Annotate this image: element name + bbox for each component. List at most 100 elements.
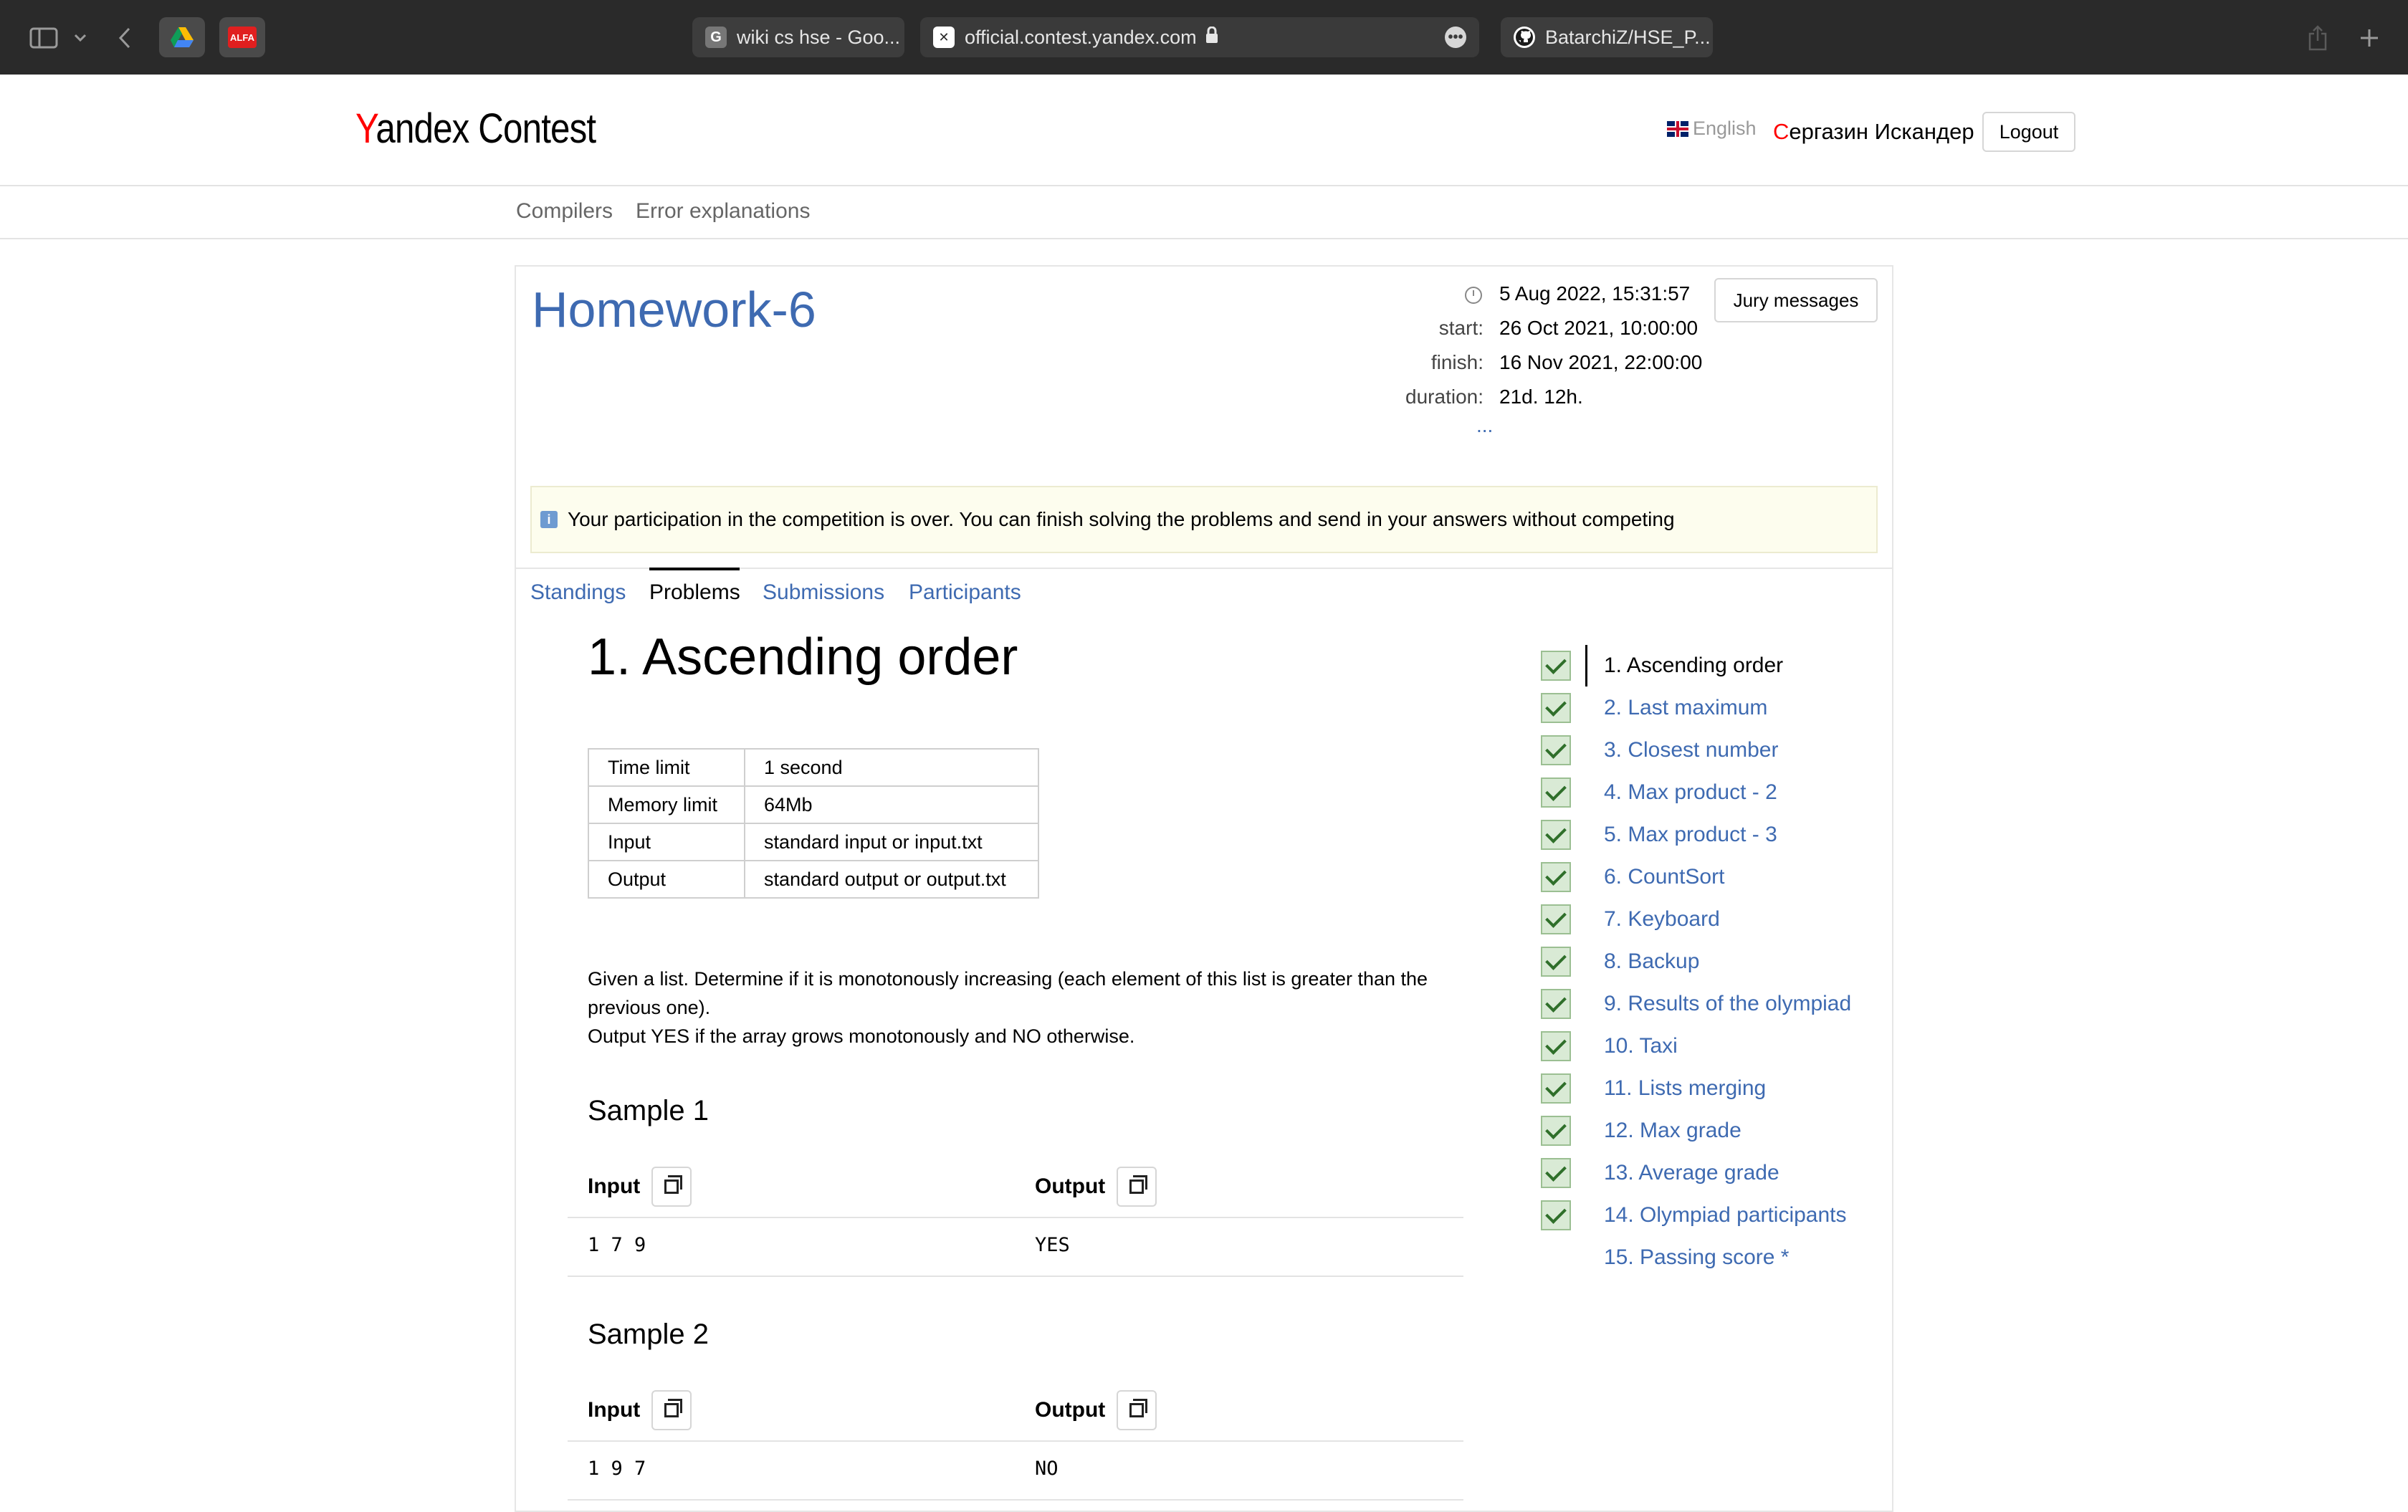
solved-check-icon	[1541, 1158, 1571, 1188]
problem-list-item[interactable]: 6. CountSort	[1541, 861, 1724, 894]
problem-list-item[interactable]: 11. Lists merging	[1541, 1072, 1766, 1105]
solved-check-icon	[1541, 947, 1571, 977]
copy-icon[interactable]	[651, 1390, 692, 1430]
nav-compilers[interactable]: Compilers	[516, 199, 613, 224]
limit-value: 64Mb	[744, 785, 1039, 824]
divider	[568, 1276, 1463, 1277]
yandex-contest-logo[interactable]: Yandex Contest	[355, 105, 596, 153]
browser-toolbar: ALFA G wiki cs hse - Goo... ✕ official.c…	[0, 0, 2408, 75]
tab-submissions[interactable]: Submissions	[763, 580, 884, 605]
problem-list-item[interactable]: 12. Max grade	[1541, 1114, 1742, 1147]
chevron-down-icon[interactable]	[72, 20, 89, 56]
user-name[interactable]: Сергазин Искандер	[1773, 119, 1974, 145]
yandex-favicon-icon: ✕	[933, 27, 955, 48]
finish-label: finish:	[1430, 351, 1484, 373]
sample-output-value: YES	[1035, 1234, 1070, 1256]
solved-check-icon	[1541, 735, 1571, 765]
new-tab-icon[interactable]	[2358, 20, 2381, 56]
logout-button[interactable]: Logout	[1982, 112, 2075, 152]
site-header: Yandex Contest English Сергазин Искандер…	[0, 75, 2408, 186]
more-options-icon[interactable]: •••	[1445, 27, 1466, 48]
finish-time: 16 Nov 2021, 22:00:00	[1499, 351, 1703, 373]
copy-icon[interactable]	[651, 1167, 692, 1207]
limit-value: 1 second	[744, 748, 1039, 787]
sample-title: Sample 1	[588, 1095, 709, 1126]
tab-participants[interactable]: Participants	[909, 580, 1021, 605]
current-time: 5 Aug 2022, 15:31:57	[1499, 282, 1691, 305]
sample-output-value: NO	[1035, 1458, 1059, 1480]
problem-list-item[interactable]: 13. Average grade	[1541, 1157, 1779, 1190]
sample-output-header: Output	[1035, 1390, 1157, 1430]
sample-input-header: Input	[588, 1167, 692, 1207]
more-info-link[interactable]: ...	[1476, 414, 1493, 437]
problem-list-item[interactable]: 15. Passing score *	[1541, 1241, 1789, 1274]
solved-check-icon	[1541, 862, 1571, 892]
duration-label: duration:	[1405, 386, 1484, 408]
share-icon[interactable]	[2306, 20, 2329, 56]
problem-list-item[interactable]: 1. Ascending order	[1541, 649, 1783, 682]
back-icon[interactable]	[115, 20, 135, 56]
lock-icon	[1205, 26, 1218, 49]
start-time: 26 Oct 2021, 10:00:00	[1499, 317, 1698, 339]
problem-list-item[interactable]: 7. Keyboard	[1541, 903, 1720, 936]
solved-check-icon	[1541, 651, 1571, 681]
problem-list-item[interactable]: 10. Taxi	[1541, 1030, 1678, 1063]
language-label: English	[1693, 118, 1757, 139]
limit-value: standard output or output.txt	[744, 860, 1039, 899]
limit-key: Input	[588, 823, 745, 861]
problem-list-item[interactable]: 5. Max product - 3	[1541, 818, 1777, 851]
solved-check-icon	[1541, 777, 1571, 808]
participation-notice: i Your participation in the competition …	[530, 486, 1878, 553]
copy-icon[interactable]	[1117, 1390, 1157, 1430]
tab-github[interactable]: BatarchiZ/HSE_P...	[1501, 17, 1713, 57]
solved-check-icon	[1541, 989, 1571, 1019]
solved-check-icon	[1541, 693, 1571, 723]
solved-check-icon	[1541, 1116, 1571, 1146]
notice-text: Your participation in the competition is…	[568, 508, 1675, 530]
sidebar-toggle-icon[interactable]	[29, 20, 59, 56]
language-switcher[interactable]: English	[1667, 118, 1757, 140]
tab-label: BatarchiZ/HSE_P...	[1545, 26, 1711, 48]
alfa-extension-icon[interactable]: ALFA	[219, 17, 265, 57]
sample-input-header: Input	[588, 1390, 692, 1430]
url-text: official.contest.yandex.com	[965, 26, 1197, 48]
sample-input-value: 1 7 9	[588, 1234, 646, 1256]
table-row: Time limit 1 second	[588, 748, 1039, 787]
address-bar[interactable]: ✕ official.contest.yandex.com •••	[920, 17, 1479, 57]
problem-list-item[interactable]: 4. Max product - 2	[1541, 776, 1777, 809]
tab-problems[interactable]: Problems	[649, 580, 740, 605]
table-row: Memory limit 64Mb	[588, 785, 1039, 824]
sub-navigation: Compilers Error explanations	[0, 186, 2408, 239]
statement-paragraph: Output YES if the array grows monotonous…	[588, 1025, 1135, 1047]
problem-list-item[interactable]: 9. Results of the olympiad	[1541, 987, 1851, 1020]
jury-messages-button[interactable]: Jury messages	[1714, 278, 1878, 322]
start-label: start:	[1438, 317, 1484, 339]
tab-standings[interactable]: Standings	[530, 580, 626, 605]
nav-error-explanations[interactable]: Error explanations	[636, 199, 810, 224]
sample-input-value: 1 9 7	[588, 1458, 646, 1480]
uk-flag-icon	[1667, 120, 1688, 137]
copy-icon[interactable]	[1117, 1167, 1157, 1207]
sample-output-header: Output	[1035, 1167, 1157, 1207]
github-favicon-icon	[1514, 27, 1535, 48]
solved-check-icon	[1541, 1031, 1571, 1061]
table-row: Input standard input or input.txt	[588, 823, 1039, 861]
contest-title[interactable]: Homework-6	[532, 281, 816, 338]
tab-label: wiki cs hse - Goo...	[737, 26, 901, 48]
google-favicon-icon: G	[705, 27, 727, 48]
active-tab-indicator	[649, 568, 740, 570]
google-drive-extension-icon[interactable]	[159, 17, 205, 57]
problem-list-item[interactable]: 14. Olympiad participants	[1541, 1199, 1847, 1232]
tab-wiki[interactable]: G wiki cs hse - Goo...	[692, 17, 904, 57]
problem-list-item[interactable]: 8. Backup	[1541, 945, 1699, 978]
unsolved-placeholder	[1541, 1243, 1571, 1273]
info-icon: i	[540, 511, 558, 528]
limit-value: standard input or input.txt	[744, 823, 1039, 861]
problem-list-item[interactable]: 2. Last maximum	[1541, 692, 1767, 724]
problem-title: 1. Ascending order	[588, 628, 1018, 686]
problem-list-item[interactable]: 3. Closest number	[1541, 734, 1778, 767]
solved-check-icon	[1541, 904, 1571, 934]
sample-title: Sample 2	[588, 1319, 709, 1350]
limit-key: Output	[588, 860, 745, 899]
clock-icon	[1465, 287, 1482, 304]
